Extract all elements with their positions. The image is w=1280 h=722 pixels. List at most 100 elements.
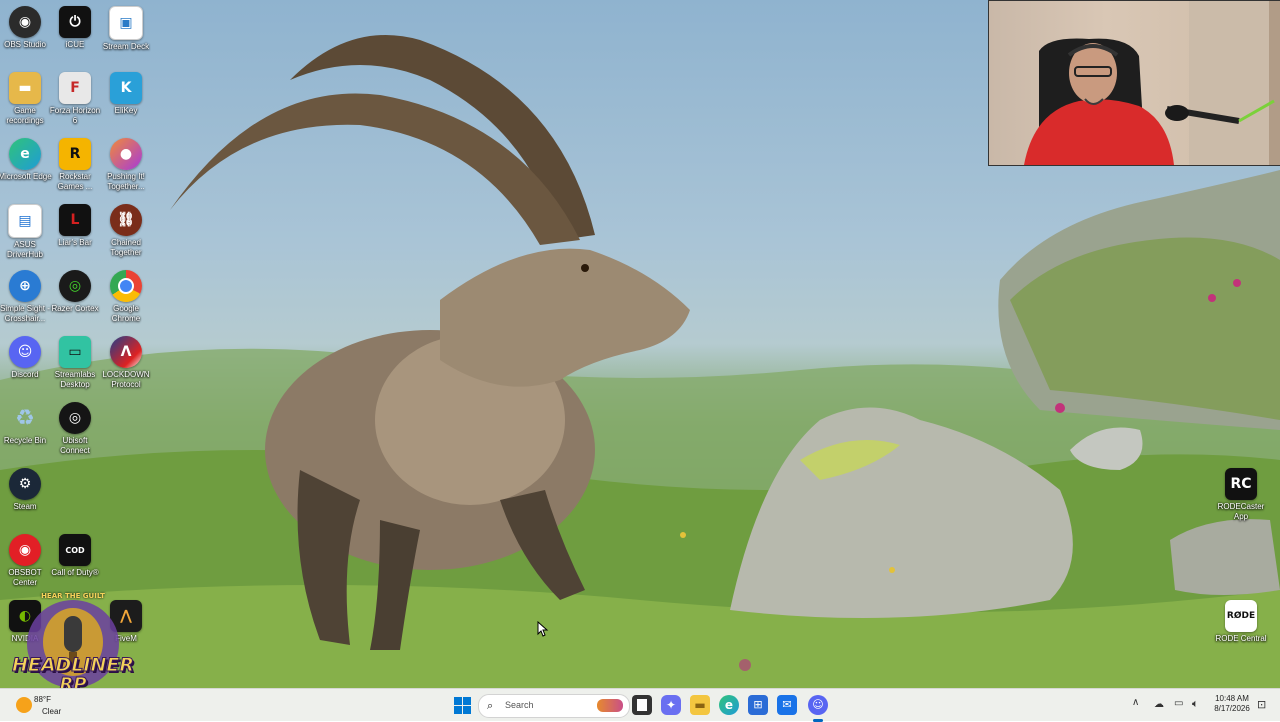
taskbar-edge[interactable]: e	[719, 695, 739, 715]
tray-onedrive-icon[interactable]: ☁	[1154, 699, 1164, 710]
clock-date: 8/17/2026	[1214, 704, 1250, 713]
discord-icon: ☺	[9, 336, 41, 368]
desktop-icon-label: RODE Central	[1215, 634, 1267, 643]
obs-icon: ◉	[9, 6, 41, 38]
weather-icon	[16, 697, 32, 713]
desktop-icon-game-recordings[interactable]: ▬ Game recordings	[0, 72, 53, 126]
desktop-icon-obs-studio[interactable]: ◉ OBS Studio	[0, 6, 53, 50]
desktop-icon-chained-together[interactable]: ⛓ Chained Together	[98, 204, 154, 258]
desktop-icon-rodecaster-app[interactable]: RC RODECaster App	[1213, 468, 1269, 522]
desktop-icon-label: Chained Together	[110, 238, 142, 257]
desktop-icon-rode-central[interactable]: RØDE RODE Central	[1213, 600, 1269, 644]
logo-tagline: HEAR THE GUILT	[41, 592, 105, 600]
crosshair-icon: ⊕	[9, 270, 41, 302]
desktop-icon-obsbot-center[interactable]: ◉ OBSBOT Center	[0, 534, 53, 588]
rodecaster-icon: RC	[1225, 468, 1257, 500]
recycle-bin-icon: ♻	[15, 405, 35, 431]
desktop-icon-microsoft-edge[interactable]: e Microsoft Edge	[0, 138, 53, 182]
webcam-overlay	[988, 0, 1280, 166]
desktop-icon-label: Simple Sight - Crosshair...	[0, 304, 50, 323]
copilot-icon: ✦	[665, 698, 677, 712]
start-button[interactable]	[454, 697, 471, 714]
task-view-button[interactable]	[632, 695, 652, 715]
desktop-icon-label: EliKey	[114, 106, 138, 115]
desktop-icon-label: Stream Deck	[102, 42, 150, 51]
logo-headliner-text: HEADLINER	[11, 654, 135, 677]
rockstar-icon: R	[59, 138, 91, 170]
lockdown-protocol-icon: Λ	[110, 336, 142, 368]
desktop-icon-forza-horizon-6[interactable]: F Forza Horizon 6	[47, 72, 103, 126]
weather-condition: Clear	[42, 707, 62, 716]
desktop-icon-call-of-duty[interactable]: COD Call of Duty®	[47, 534, 103, 578]
liars-bar-icon: L	[59, 204, 91, 236]
desktop-icon-simple-sight[interactable]: ⊕ Simple Sight - Crosshair...	[0, 270, 53, 324]
desktop-icon-recycle-bin[interactable]: ♻ Recycle Bin	[0, 402, 53, 446]
desktop-icon-stream-deck[interactable]: ▣ Stream Deck	[98, 6, 154, 52]
edge-icon: e	[724, 698, 734, 712]
taskbar-outlook[interactable]: ✉	[777, 695, 797, 715]
desktop-icon-label: iCUE	[65, 40, 85, 49]
desktop-icon-google-chrome[interactable]: Google Chrome	[98, 270, 154, 324]
edge-icon: e	[9, 138, 41, 170]
desktop-icon-label: Ubisoft Connect	[60, 436, 90, 455]
taskbar-file-explorer[interactable]: ▬	[690, 695, 710, 715]
desktop-icon-elikey[interactable]: K EliKey	[98, 72, 154, 116]
taskbar-search-box[interactable]: ⌕ Search	[478, 694, 630, 718]
desktop-icon-label: Google Chrome	[111, 304, 141, 323]
taskbar-discord[interactable]: ☺	[808, 695, 828, 722]
taskbar: 88°F Clear ⌕ Search ✦ ▬ e ⊞ ✉ ☺ ∧ ☁ ▭ 🔈︎	[0, 688, 1280, 722]
store-icon: ⊞	[753, 698, 763, 711]
taskbar-store[interactable]: ⊞	[748, 695, 768, 715]
desktop-icon-label: Call of Duty®	[51, 568, 99, 577]
stream-deck-icon: ▣	[109, 6, 143, 40]
desktop-icon-lockdown-protocol[interactable]: Λ LOCKDOWN Protocol	[98, 336, 154, 390]
mouse-cursor	[537, 620, 549, 641]
desktop-icon-label: Steam	[13, 502, 37, 511]
desktop-icon-ubisoft-connect[interactable]: ◎ Ubisoft Connect	[47, 402, 103, 456]
desktop-icon-label: Rockstar Games ...	[57, 172, 93, 191]
desktop-icon-label: Recycle Bin	[3, 436, 47, 445]
desktop-icon-label: LOCKDOWN Protocol	[102, 370, 150, 389]
folder-icon: ▬	[9, 72, 41, 104]
razer-cortex-icon: ◎	[59, 270, 91, 302]
desktop-icon-pushing-it-together[interactable]: ● Pushing It! Together...	[98, 138, 154, 192]
elikey-icon: K	[110, 72, 142, 104]
desktop-icon-label: ASUS DriverHub	[6, 240, 43, 259]
taskbar-copilot[interactable]: ✦	[661, 695, 681, 715]
tray-volume-icon[interactable]: 🔈︎	[1192, 697, 1199, 711]
windows-logo-icon	[454, 697, 471, 714]
desktop-icon-label: RODECaster App	[1217, 502, 1265, 521]
chrome-icon	[110, 270, 142, 302]
asus-driverhub-icon: ▤	[8, 204, 42, 238]
outlook-icon: ✉	[782, 698, 792, 711]
icue-icon: ⏻	[59, 6, 91, 38]
desktop-icon-rockstar-games[interactable]: R Rockstar Games ...	[47, 138, 103, 192]
pushing-it-icon: ●	[110, 138, 142, 170]
taskbar-clock[interactable]: 10:48 AM 8/17/2026	[1212, 694, 1252, 714]
search-highlight-icon	[597, 699, 623, 712]
desktop-icon-steam[interactable]: ⚙ Steam	[0, 468, 53, 512]
forza-icon: F	[59, 72, 91, 104]
steam-icon: ⚙	[9, 468, 41, 500]
notification-bell-icon[interactable]: ⊡	[1257, 698, 1266, 711]
desktop-icon-label: OBSBOT Center	[8, 568, 42, 587]
obsbot-icon: ◉	[9, 534, 41, 566]
desktop-icon-discord[interactable]: ☺ Discord	[0, 336, 53, 380]
search-placeholder: Search	[505, 700, 534, 710]
show-hidden-icons-button[interactable]: ∧	[1132, 697, 1144, 711]
desktop-icon-label: Razer Cortex	[51, 304, 99, 313]
desktop-icon-streamlabs[interactable]: ▭ Streamlabs Desktop	[47, 336, 103, 390]
desktop-icon-asus-driverhub[interactable]: ▤ ASUS DriverHub	[0, 204, 53, 260]
desktop-icon-icue[interactable]: ⏻ iCUE	[47, 6, 103, 50]
desktop-icon-label: Discord	[11, 370, 39, 379]
streamlabs-icon: ▭	[59, 336, 91, 368]
discord-icon: ☺	[812, 698, 824, 711]
desktop-icon-label: Microsoft Edge	[0, 172, 52, 181]
clock-time: 10:48 AM	[1215, 694, 1249, 703]
desktop-icon-razer-cortex[interactable]: ◎ Razer Cortex	[47, 270, 103, 314]
chained-together-icon: ⛓	[110, 204, 142, 236]
chevron-up-icon: ∧	[1132, 697, 1140, 708]
weather-widget[interactable]: 88°F Clear	[8, 693, 68, 717]
tray-network-icon[interactable]: ▭	[1174, 698, 1183, 709]
desktop-icon-liars-bar[interactable]: L Liar's Bar	[47, 204, 103, 248]
